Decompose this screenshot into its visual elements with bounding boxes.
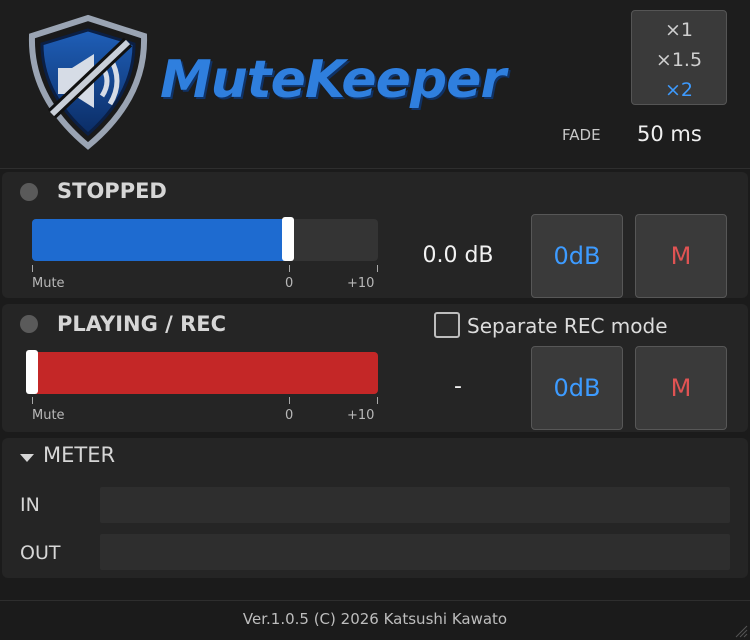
meter-in-label: IN <box>20 494 40 516</box>
scale-tick <box>377 265 378 272</box>
playing-status-led-icon <box>20 315 38 333</box>
stopped-section: STOPPED Mute 0 +10 0.0 dB 0dB M <box>2 172 748 298</box>
scale-tick <box>289 265 290 272</box>
fade-value[interactable]: 50 ms <box>637 122 702 146</box>
resize-grip-icon[interactable] <box>734 624 748 638</box>
playing-slider-fill <box>32 352 378 394</box>
playing-0db-button[interactable]: 0dB <box>531 346 623 430</box>
separate-rec-label[interactable]: Separate REC mode <box>467 314 668 338</box>
meter-toggle[interactable]: METER <box>43 443 115 467</box>
speed-selector[interactable]: ×1 ×1.5 ×2 <box>631 10 727 105</box>
scale-tick <box>32 397 33 404</box>
stopped-db-readout: 0.0 dB <box>422 243 494 268</box>
playing-mute-button[interactable]: M <box>635 346 727 430</box>
scale-label-mute: Mute <box>32 276 65 291</box>
meter-out-bar <box>100 534 730 570</box>
app-logo-text: MuteKeeper <box>160 50 506 110</box>
shield-mute-logo-icon <box>28 14 148 150</box>
meter-out-label: OUT <box>20 542 61 564</box>
scale-label-mute: Mute <box>32 408 65 423</box>
stopped-status-led-icon <box>20 183 38 201</box>
stopped-volume-slider[interactable] <box>32 219 378 261</box>
version-footer: Ver.1.0.5 (C) 2026 Katsushi Kawato <box>242 610 508 628</box>
speed-option-1x[interactable]: ×1 <box>632 15 726 45</box>
playing-rec-section: PLAYING / REC Separate REC mode Mute 0 +… <box>2 304 748 432</box>
playing-slider-thumb[interactable] <box>26 350 38 394</box>
meter-in-bar <box>100 487 730 523</box>
playing-volume-slider[interactable] <box>32 352 378 394</box>
header: MuteKeeper ×1 ×1.5 ×2 FADE 50 ms <box>0 0 750 169</box>
scale-label-plus10: +10 <box>347 276 375 291</box>
scale-label-zero: 0 <box>285 276 294 291</box>
scale-tick <box>377 397 378 404</box>
meter-section: METER IN OUT <box>2 438 748 578</box>
fade-label: FADE <box>562 126 601 144</box>
stopped-title: STOPPED <box>57 179 167 203</box>
playing-title: PLAYING / REC <box>57 312 227 336</box>
stopped-slider-thumb[interactable] <box>282 217 295 261</box>
scale-tick <box>32 265 33 272</box>
collapse-triangle-icon[interactable] <box>20 454 34 462</box>
scale-label-plus10: +10 <box>347 408 375 423</box>
scale-label-zero: 0 <box>285 408 294 423</box>
stopped-mute-button[interactable]: M <box>635 214 727 298</box>
separate-rec-checkbox[interactable] <box>434 312 460 338</box>
scale-tick <box>289 397 290 404</box>
stopped-slider-fill <box>32 219 289 261</box>
speed-option-1-5x[interactable]: ×1.5 <box>632 45 726 75</box>
speed-option-2x[interactable]: ×2 <box>632 75 726 105</box>
footer-divider <box>0 600 750 601</box>
stopped-0db-button[interactable]: 0dB <box>531 214 623 298</box>
playing-db-readout: - <box>454 374 462 399</box>
